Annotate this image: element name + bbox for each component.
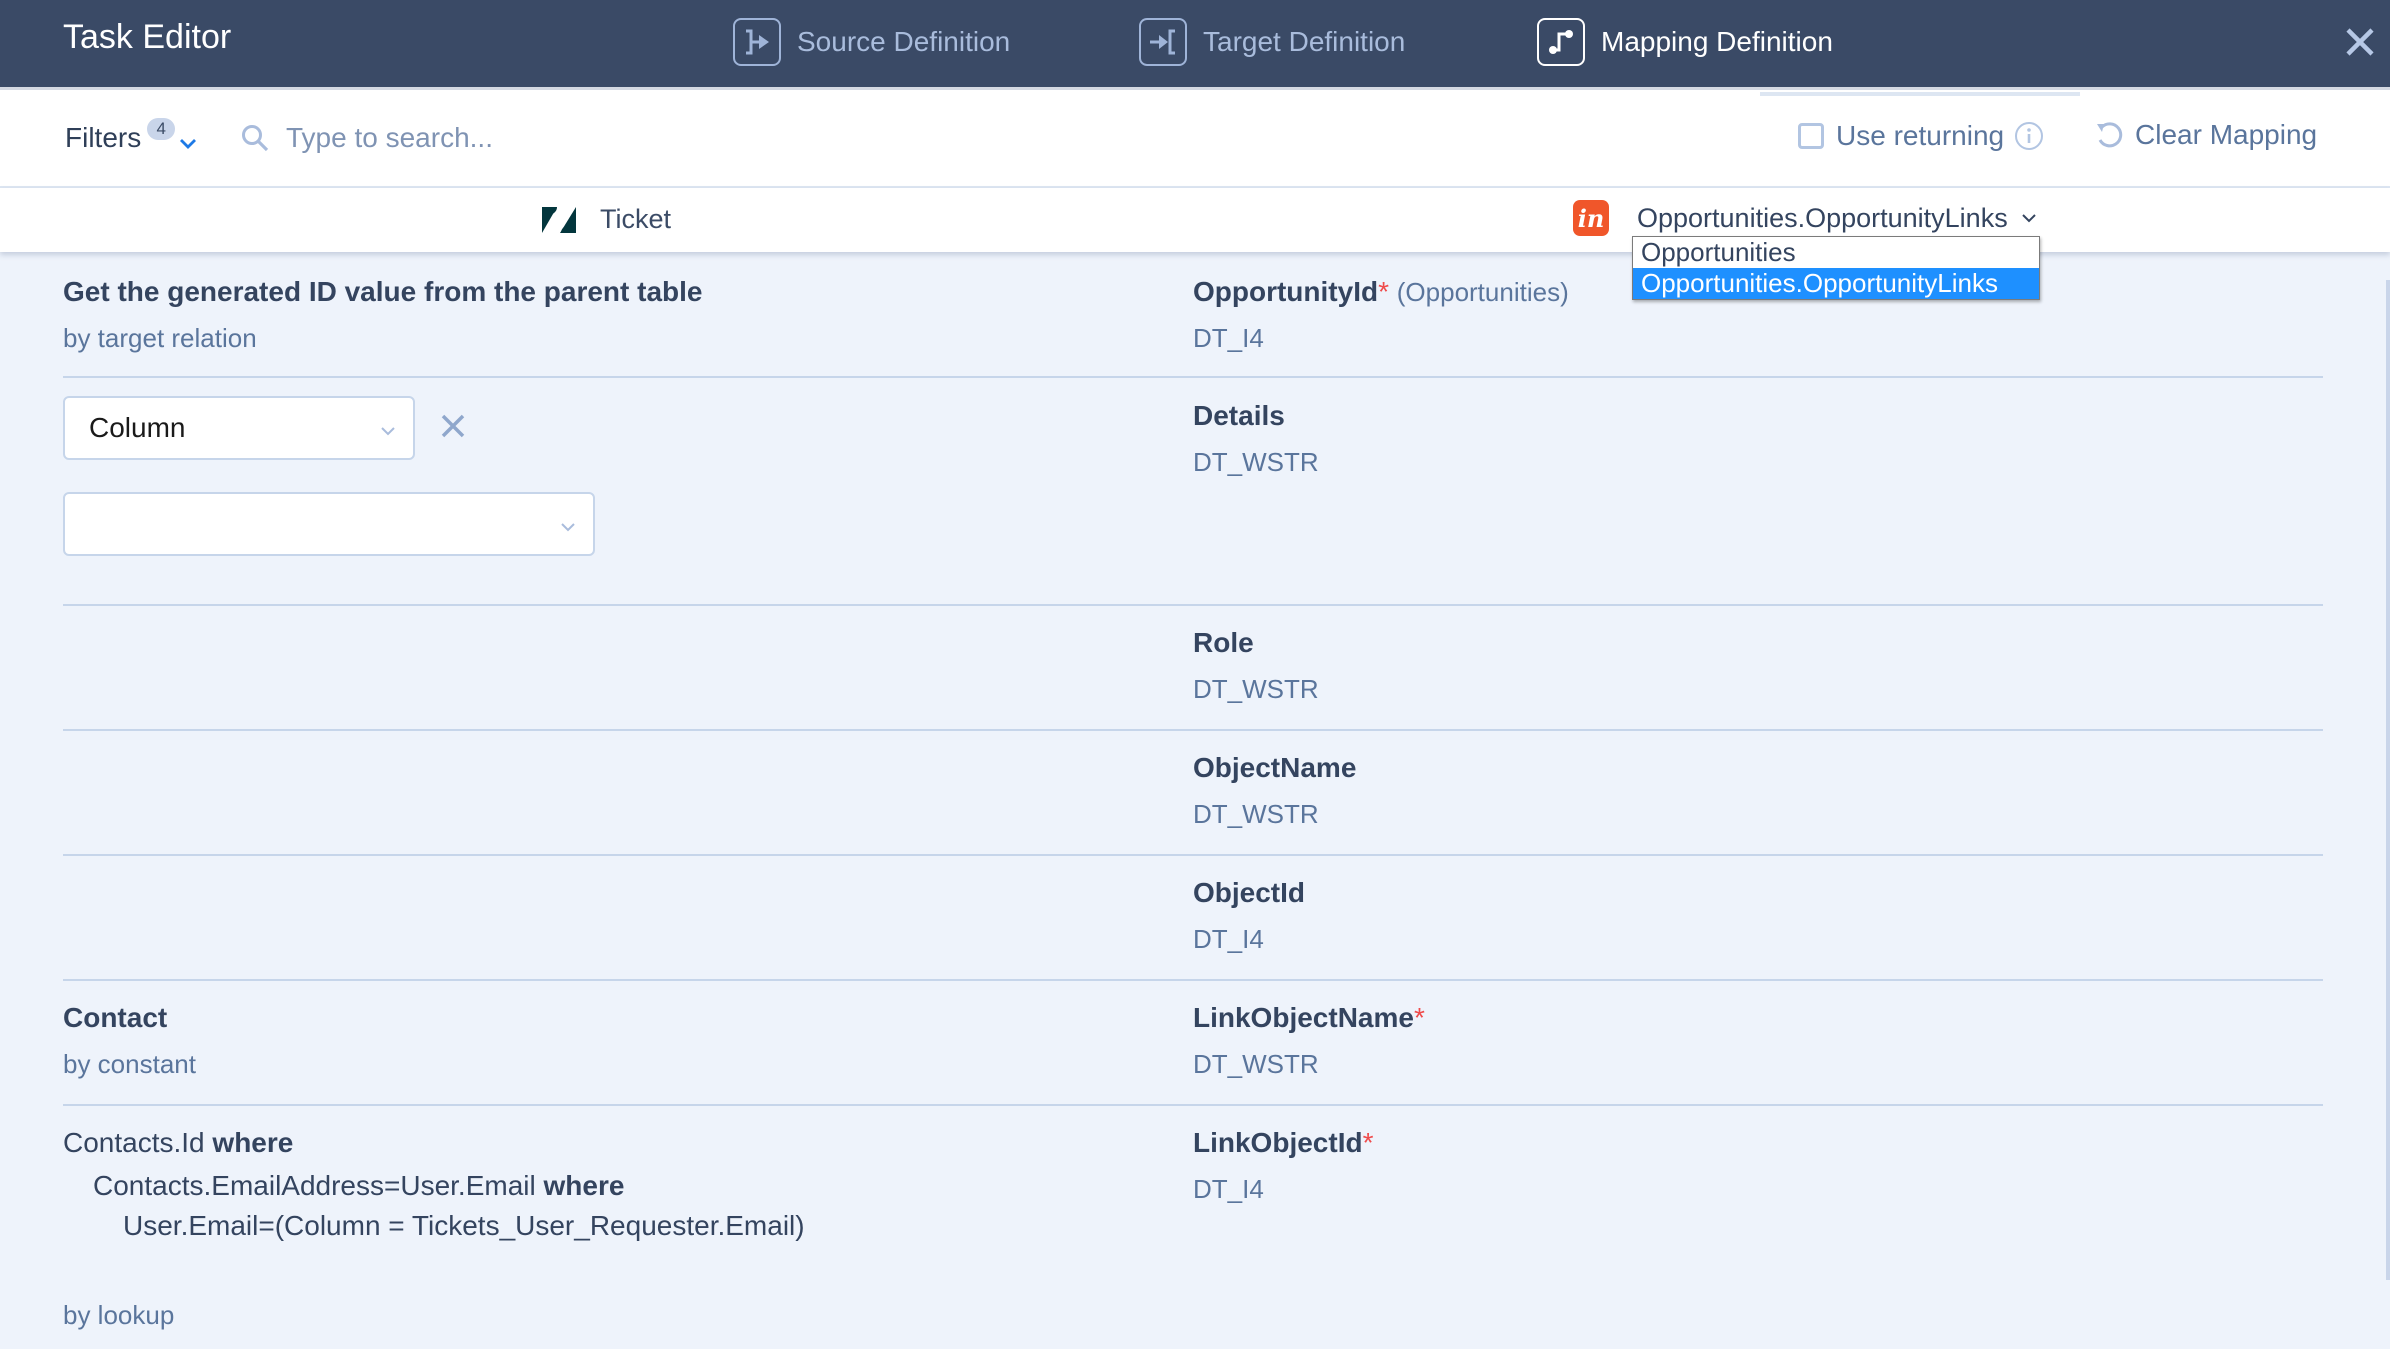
chevron-down-icon bbox=[561, 523, 575, 532]
row-divider bbox=[63, 979, 2323, 981]
row-divider bbox=[63, 729, 2323, 731]
source-kind: by constant bbox=[63, 1049, 196, 1079]
toolbar: Filters 4 Use returning Clear Mapping bbox=[0, 90, 2390, 188]
vertical-scrollbar[interactable] bbox=[2386, 280, 2390, 1280]
clear-mapping-button[interactable]: Clear Mapping bbox=[2093, 118, 2317, 152]
close-icon bbox=[441, 414, 465, 438]
lookup-line: Contacts.EmailAddress=User.Email where bbox=[93, 1170, 624, 1202]
source-definition-icon bbox=[733, 18, 781, 66]
tab-label: Target Definition bbox=[1203, 26, 1406, 57]
target-field-name: Role bbox=[1193, 627, 1254, 658]
target-field-name: LinkObjectName* bbox=[1193, 1002, 1425, 1034]
target-field-name: Details bbox=[1193, 400, 1285, 431]
target-field-type: DT_I4 bbox=[1193, 1174, 1264, 1204]
target-entity-selected: Opportunities.OpportunityLinks bbox=[1637, 202, 2008, 233]
target-field-type: DT_WSTR bbox=[1193, 1049, 1319, 1079]
tab-mapping-definition[interactable]: Mapping Definition bbox=[1537, 16, 1833, 68]
field-name: OpportunityId bbox=[1193, 276, 1379, 307]
title-bar: Task Editor Source Definition Target Def… bbox=[0, 0, 2390, 90]
target-field-type: DT_I4 bbox=[1193, 323, 1264, 353]
source-entity-name: Ticket bbox=[600, 204, 672, 234]
target-field-name: ObjectId bbox=[1193, 877, 1306, 908]
zendesk-logo-icon bbox=[542, 206, 576, 233]
lookup-expression: Contacts.EmailAddress=User.Email bbox=[93, 1170, 536, 1201]
lookup-keyword: where bbox=[212, 1127, 294, 1158]
chevron-down-icon bbox=[180, 139, 197, 149]
dropdown-option-opportunities[interactable]: Opportunities bbox=[1633, 237, 2039, 268]
target-entity-dropdown: Opportunities Opportunities.OpportunityL… bbox=[1632, 236, 2040, 300]
search-icon bbox=[242, 125, 269, 152]
lookup-expression: Contacts.Id bbox=[63, 1127, 205, 1158]
row-divider bbox=[63, 604, 2323, 606]
tab-target-definition[interactable]: Target Definition bbox=[1139, 16, 1405, 68]
target-definition-icon bbox=[1139, 18, 1187, 66]
use-returning-label: Use returning bbox=[1836, 120, 2005, 151]
target-field-type: DT_I4 bbox=[1193, 924, 1264, 954]
field-name: LinkObjectName bbox=[1193, 1002, 1414, 1033]
chevron-down-icon bbox=[2021, 214, 2036, 223]
required-marker: * bbox=[1378, 276, 1389, 307]
filters-label: Filters bbox=[65, 122, 142, 153]
source-entity: Ticket bbox=[540, 204, 671, 235]
tab-label: Mapping Definition bbox=[1601, 26, 1833, 57]
search-box bbox=[240, 116, 840, 160]
tab-label: Source Definition bbox=[797, 26, 1011, 57]
source-title: Contact bbox=[63, 1002, 168, 1033]
use-returning-checkbox[interactable] bbox=[1798, 123, 1824, 149]
target-entity-select[interactable]: in Opportunities.OpportunityLinks bbox=[1573, 200, 2040, 236]
source-column-select[interactable] bbox=[63, 492, 595, 556]
window-title: Task Editor bbox=[63, 18, 232, 56]
mapping-definition-icon bbox=[1537, 18, 1585, 66]
source-kind: by target relation bbox=[63, 323, 257, 353]
mapping-type-select[interactable]: Column bbox=[63, 396, 415, 460]
mapping-type-value: Column bbox=[89, 412, 186, 443]
target-field-name: OpportunityId* (Opportunities) bbox=[1193, 276, 1569, 308]
close-button[interactable] bbox=[2340, 22, 2380, 62]
use-returning-toggle[interactable]: Use returning bbox=[1798, 120, 2044, 152]
close-icon bbox=[2346, 28, 2374, 56]
mapping-list: Get the generated ID value from the pare… bbox=[0, 252, 2372, 1349]
source-title: Get the generated ID value from the pare… bbox=[63, 276, 703, 307]
filters-count-badge: 4 bbox=[147, 118, 176, 140]
insightly-logo-icon: in bbox=[1573, 200, 1609, 236]
target-field-type: DT_WSTR bbox=[1193, 447, 1319, 477]
field-context: (Opportunities) bbox=[1396, 277, 1569, 307]
remove-mapping-button[interactable] bbox=[437, 410, 469, 442]
lookup-keyword: where bbox=[543, 1170, 625, 1201]
dropdown-option-opportunity-links[interactable]: Opportunities.OpportunityLinks bbox=[1633, 268, 2039, 299]
toolbar-divider bbox=[1760, 92, 2080, 96]
field-name: LinkObjectId bbox=[1193, 1127, 1363, 1158]
tab-source-definition[interactable]: Source Definition bbox=[733, 16, 1010, 68]
source-kind: by lookup bbox=[63, 1300, 175, 1330]
lookup-expression: User.Email=(Column = Tickets_User_Reques… bbox=[123, 1210, 805, 1241]
chevron-down-icon bbox=[381, 427, 395, 436]
target-field-type: DT_WSTR bbox=[1193, 674, 1319, 704]
filters-button[interactable]: Filters 4 bbox=[65, 118, 199, 154]
lookup-line: User.Email=(Column = Tickets_User_Reques… bbox=[123, 1210, 805, 1242]
required-marker: * bbox=[1362, 1127, 1374, 1158]
required-marker: * bbox=[1413, 1002, 1425, 1033]
target-field-name: ObjectName bbox=[1193, 752, 1357, 783]
target-field-name: LinkObjectId* bbox=[1193, 1127, 1373, 1159]
lookup-line: Contacts.Id where bbox=[63, 1127, 293, 1159]
row-divider bbox=[63, 1104, 2323, 1106]
row-divider bbox=[63, 854, 2323, 856]
row-divider bbox=[63, 376, 2323, 378]
target-field-type: DT_WSTR bbox=[1193, 799, 1319, 829]
info-icon[interactable] bbox=[2014, 121, 2044, 151]
undo-icon bbox=[2097, 122, 2123, 148]
clear-mapping-label: Clear Mapping bbox=[2135, 119, 2318, 150]
search-input[interactable] bbox=[286, 122, 806, 154]
